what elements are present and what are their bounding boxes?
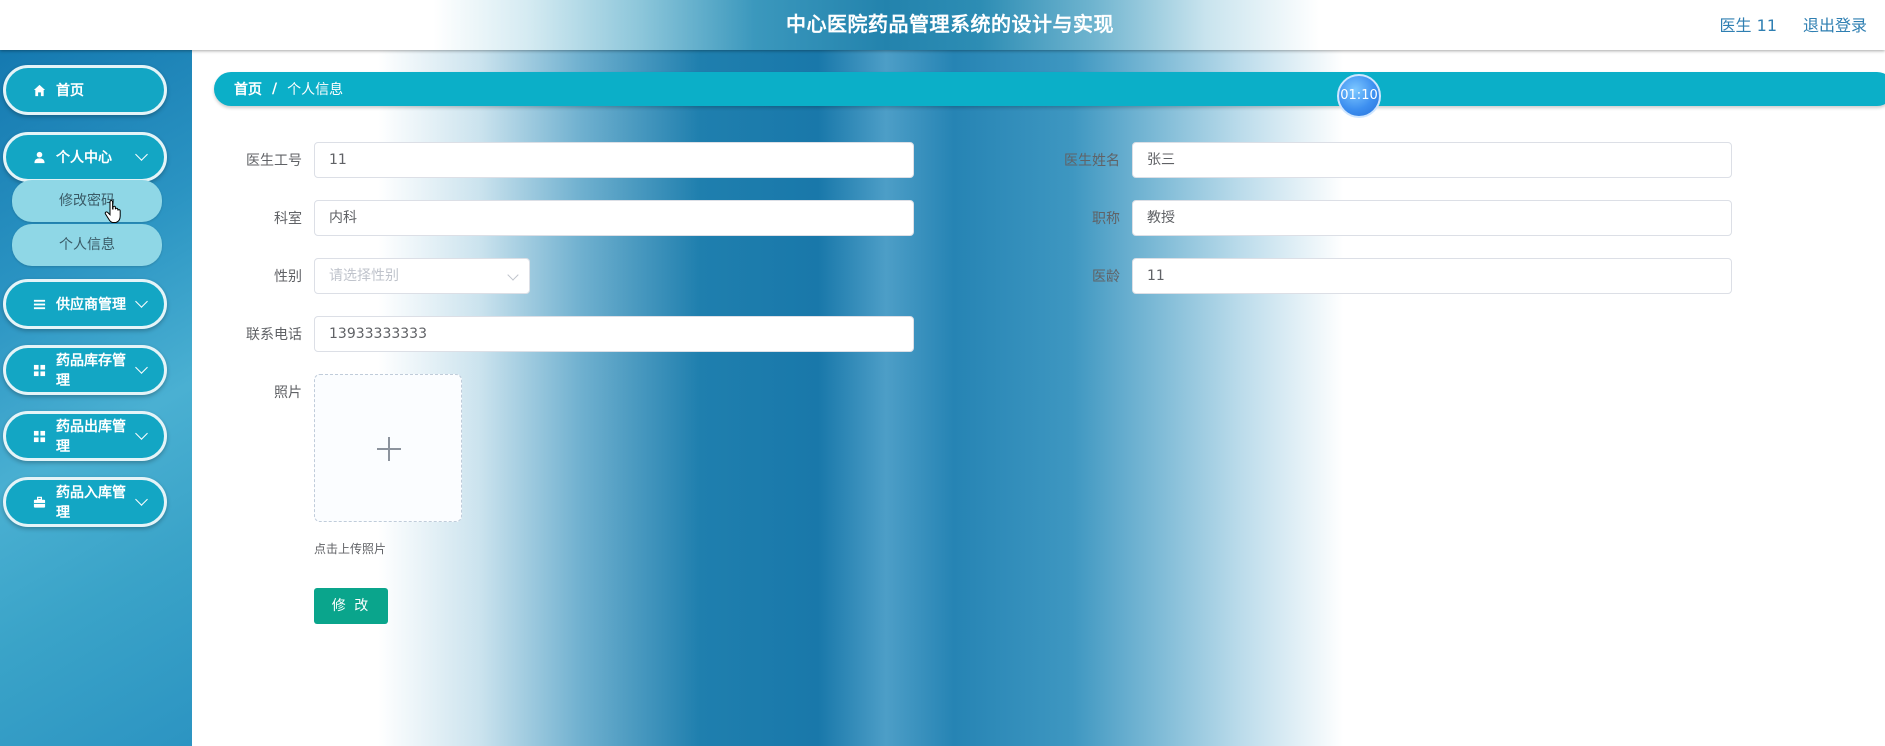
breadcrumb-current: 个人信息 (287, 82, 344, 98)
app-title: 中心医院药品管理系统的设计与实现 (786, 12, 1114, 36)
gender-placeholder: 请选择性别 (329, 268, 399, 284)
chevron-down-icon (135, 361, 148, 374)
sidebar-item-label: 供应商管理 (56, 297, 126, 313)
top-header: 中心医院药品管理系统的设计与实现 医生 11 退出登录 (0, 0, 1885, 50)
doctor-name-field[interactable]: 张三 (1132, 142, 1732, 178)
user-icon (32, 150, 46, 164)
chevron-down-icon (135, 295, 148, 308)
sidebar-item-label: 药品入库管理 (56, 485, 126, 521)
sidebar-item-personal-center[interactable]: 个人中心 (3, 132, 167, 182)
logout-link[interactable]: 退出登录 (1803, 12, 1867, 36)
breadcrumb-home-link[interactable]: 首页 (234, 79, 262, 99)
doctor-id-label: 医生工号 (246, 153, 302, 169)
photo-upload-box[interactable] (314, 374, 462, 522)
department-field[interactable]: 内科 (314, 200, 914, 236)
phone-label: 联系电话 (246, 327, 302, 343)
timer-badge: 01:10 (1337, 74, 1381, 118)
sidebar-item-label: 个人中心 (56, 150, 112, 166)
chevron-down-icon (135, 148, 148, 161)
job-title-field[interactable]: 教授 (1132, 200, 1732, 236)
breadcrumb: 首页 / 个人信息 (214, 72, 1885, 106)
sidebar-item-home[interactable]: 首页 (3, 65, 167, 115)
sidebar-item-label: 药品出库管理 (56, 419, 126, 455)
briefcase-icon (32, 495, 46, 509)
sidebar-item-label: 药品库存管理 (56, 353, 126, 389)
submenu-item-change-password[interactable]: 修改密码 (12, 180, 162, 222)
grid-icon (32, 363, 46, 377)
home-icon (32, 83, 46, 97)
chevron-down-icon (135, 427, 148, 440)
list-icon (32, 297, 46, 311)
submit-button[interactable]: 修 改 (314, 588, 388, 624)
current-user-label: 医生 11 (1719, 16, 1777, 35)
sidebar-item-label: 首页 (56, 83, 84, 99)
photo-label: 照片 (274, 385, 302, 401)
hand-cursor-icon (104, 200, 121, 223)
sidebar-item-inbound-management[interactable]: 药品入库管理 (3, 477, 167, 527)
submenu-item-personal-info[interactable]: 个人信息 (12, 224, 162, 266)
upload-tip: 点击上传照片 (314, 542, 387, 556)
chevron-down-icon (135, 493, 148, 506)
chevron-down-icon (507, 269, 519, 281)
doctor-name-label: 医生姓名 (1064, 153, 1120, 169)
main-content: 首页 / 个人信息 01:10 医生工号 11 医生姓名 张三 科室 内科 职称… (192, 50, 1885, 746)
department-label: 科室 (274, 211, 302, 227)
sidebar-item-outbound-management[interactable]: 药品出库管理 (3, 411, 167, 461)
doctor-id-field[interactable]: 11 (314, 142, 914, 178)
gender-label: 性别 (274, 269, 302, 285)
grid-icon (32, 429, 46, 443)
sidebar-item-stock-management[interactable]: 药品库存管理 (3, 345, 167, 395)
years-field[interactable]: 11 (1132, 258, 1732, 294)
sidebar-item-supplier-management[interactable]: 供应商管理 (3, 279, 167, 329)
breadcrumb-separator: / (272, 81, 278, 97)
years-label: 医龄 (1092, 269, 1120, 285)
gender-select[interactable]: 请选择性别 (314, 258, 530, 294)
plus-icon (388, 437, 390, 461)
sidebar: 首页 个人中心 修改密码 个人信息 供应商管理 药品库存管理 药品出库管理 药品… (0, 50, 192, 746)
phone-field[interactable]: 13933333333 (314, 316, 914, 352)
job-title-label: 职称 (1092, 211, 1120, 227)
